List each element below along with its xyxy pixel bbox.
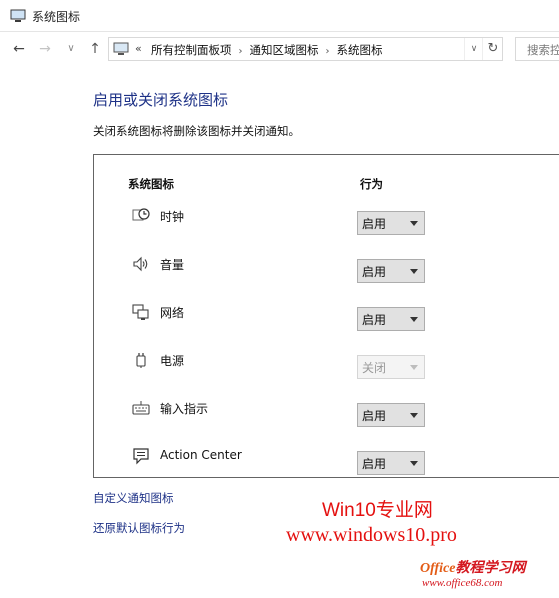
select-value: 启用 xyxy=(362,409,387,423)
breadcrumb-item-notification-area[interactable]: 通知区域图标 xyxy=(250,43,319,57)
list-item: 时钟 启用 xyxy=(94,203,559,239)
clock-icon xyxy=(132,208,150,221)
window-title: 系统图标 xyxy=(32,10,81,24)
customize-notification-icons-link[interactable]: 自定义通知图标 xyxy=(93,490,174,506)
row-label-power: 电源 xyxy=(160,354,185,368)
chevron-down-icon[interactable]: ∨ xyxy=(464,38,483,60)
chevron-down-icon xyxy=(410,317,418,322)
chevron-down-icon xyxy=(410,365,418,370)
breadcrumb: 所有控制面板项 › 通知区域图标 › 系统图标 xyxy=(151,42,383,58)
list-item: 电源 关闭 xyxy=(94,347,559,383)
watermark-office: Office教程学习网 xyxy=(420,557,526,577)
list-item: 输入指示 启用 xyxy=(94,395,559,431)
title-bar: 系统图标 xyxy=(0,0,559,32)
column-header-icon: 系统图标 xyxy=(128,177,174,191)
select-value: 启用 xyxy=(362,313,387,327)
chevron-down-icon xyxy=(410,221,418,226)
address-bar[interactable]: « 所有控制面板项 › 通知区域图标 › 系统图标 ∨ ↻ xyxy=(108,37,503,61)
volume-icon xyxy=(133,256,148,272)
breadcrumb-item-system-icons[interactable]: 系统图标 xyxy=(337,43,383,57)
breadcrumb-item-control-panel[interactable]: 所有控制面板项 xyxy=(151,43,232,57)
address-overflow[interactable]: « xyxy=(135,42,142,55)
row-label-volume: 音量 xyxy=(160,258,185,272)
chevron-down-icon xyxy=(410,461,418,466)
select-value: 关闭 xyxy=(362,361,387,375)
restore-default-icon-behavior-link[interactable]: 还原默认图标行为 xyxy=(93,520,185,536)
row-label-network: 网络 xyxy=(160,306,185,320)
page-description: 关闭系统图标将删除该图标并关闭通知。 xyxy=(93,124,300,138)
select-value: 启用 xyxy=(362,457,387,471)
select-value: 启用 xyxy=(362,265,387,279)
network-icon xyxy=(132,304,149,320)
watermark-office-url: www.office68.com xyxy=(422,577,503,589)
system-icons-panel: 系统图标 行为 时钟 启用 音量 启用 网络 启用 电源 关闭 输入指示 启用 … xyxy=(93,154,559,478)
behavior-select-power: 关闭 xyxy=(357,355,425,379)
control-panel-icon xyxy=(113,42,129,55)
list-item: 网络 启用 xyxy=(94,299,559,335)
behavior-select-input-indicator[interactable]: 启用 xyxy=(357,403,425,427)
watermark-office-a: Office xyxy=(420,561,456,576)
action-center-icon xyxy=(133,448,149,465)
search-input[interactable]: 搜索控 xyxy=(515,37,559,61)
behavior-select-network[interactable]: 启用 xyxy=(357,307,425,331)
up-arrow-icon[interactable]: ↑ xyxy=(86,40,104,58)
behavior-select-action-center[interactable]: 启用 xyxy=(357,451,425,475)
monitor-icon xyxy=(10,9,26,22)
refresh-icon[interactable]: ↻ xyxy=(482,38,503,60)
watermark-win10: Win10专业网 xyxy=(322,500,433,521)
navigation-bar: ← → ∨ ↑ « 所有控制面板项 › 通知区域图标 › 系统图标 ∨ ↻ 搜索控 xyxy=(0,32,559,66)
chevron-down-icon xyxy=(410,269,418,274)
keyboard-icon xyxy=(132,401,150,415)
watermark-office-b: 教程学习网 xyxy=(455,561,526,576)
chevron-down-icon xyxy=(410,413,418,418)
search-placeholder: 搜索控 xyxy=(527,43,559,57)
row-label-action-center: Action Center xyxy=(160,448,242,462)
row-label-input-indicator: 输入指示 xyxy=(160,402,209,416)
recent-locations-chevron-icon[interactable]: ∨ xyxy=(62,40,80,58)
page-title: 启用或关闭系统图标 xyxy=(93,91,229,109)
back-arrow-icon[interactable]: ← xyxy=(10,40,28,58)
list-item: Action Center 启用 xyxy=(94,443,559,479)
watermark-windows10-url: www.windows10.pro xyxy=(286,524,457,546)
chevron-right-icon[interactable]: › xyxy=(326,46,330,57)
power-icon xyxy=(136,353,146,368)
behavior-select-volume[interactable]: 启用 xyxy=(357,259,425,283)
list-item: 音量 启用 xyxy=(94,251,559,287)
select-value: 启用 xyxy=(362,217,387,231)
column-header-behavior: 行为 xyxy=(360,177,383,191)
behavior-select-clock[interactable]: 启用 xyxy=(357,211,425,235)
row-label-clock: 时钟 xyxy=(160,210,185,224)
forward-arrow-icon[interactable]: → xyxy=(36,40,54,58)
chevron-right-icon[interactable]: › xyxy=(239,46,243,57)
